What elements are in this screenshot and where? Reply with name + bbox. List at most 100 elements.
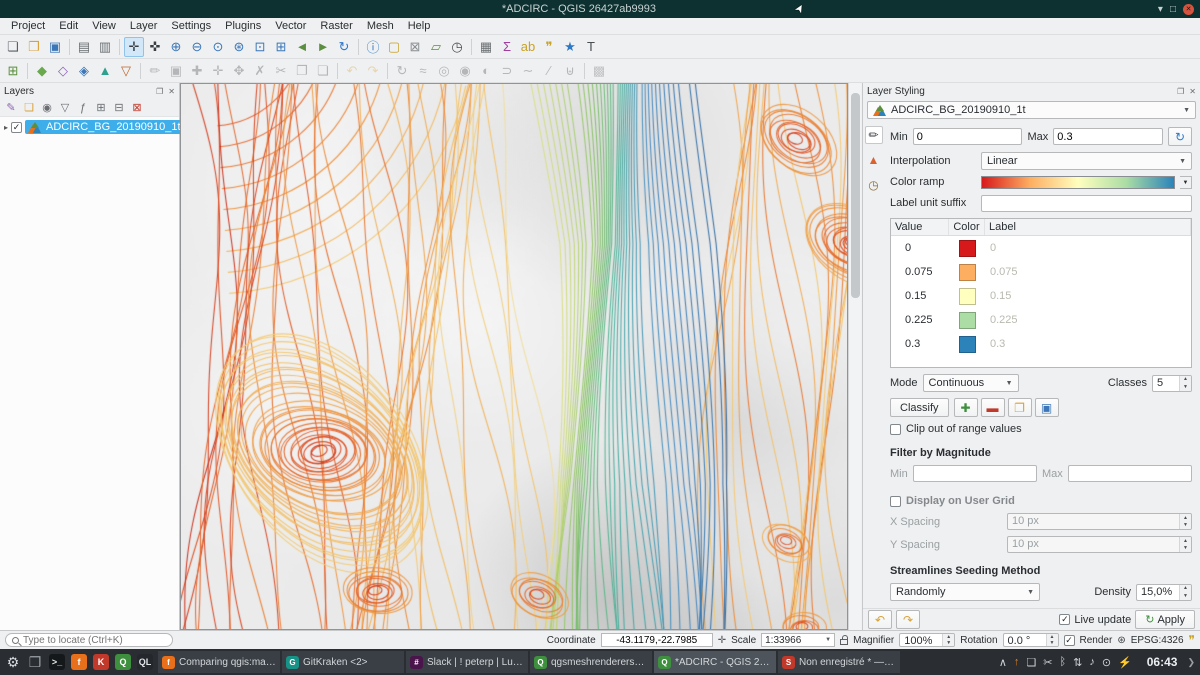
network-icon[interactable]: ⇅ xyxy=(1073,656,1082,669)
color-ramp-menu-icon[interactable]: ▼ xyxy=(1180,176,1192,189)
menu-layer[interactable]: Layer xyxy=(123,19,165,33)
magnifier-spinbox[interactable]: 100% ▲▼ xyxy=(899,633,955,647)
map-refresh-icon[interactable]: ↻ xyxy=(334,37,354,57)
new-virtual-layer-icon[interactable]: ▽ xyxy=(116,61,136,81)
new-mesh-layer-icon[interactable]: ▲ xyxy=(95,61,115,81)
float-panel-icon[interactable]: ❐ xyxy=(1177,87,1184,96)
new-geopackage-layer-icon[interactable]: ◆ xyxy=(32,61,52,81)
bluetooth-icon[interactable]: ᛒ xyxy=(1060,656,1067,668)
value-column-header[interactable]: Value xyxy=(891,219,949,235)
remove-layer-icon[interactable]: ⊠ xyxy=(129,100,145,116)
microphone-icon[interactable]: ⊙ xyxy=(1102,656,1111,669)
zoom-in-icon[interactable]: ⊕ xyxy=(166,37,186,57)
menu-mesh[interactable]: Mesh xyxy=(360,19,401,33)
expand-all-icon[interactable]: ⊞ xyxy=(93,100,109,116)
zoom-full-icon[interactable]: ⊛ xyxy=(229,37,249,57)
show-hidden-icons-icon[interactable]: ∧ xyxy=(999,656,1007,669)
class-color-swatch[interactable] xyxy=(959,336,976,353)
taskbar-task[interactable]: Q*ADCIRC - QGIS 26427... xyxy=(654,651,776,673)
map-canvas[interactable] xyxy=(180,83,848,630)
menu-plugins[interactable]: Plugins xyxy=(218,19,268,33)
float-panel-icon[interactable]: ❐ xyxy=(156,87,163,96)
clipboard-icon[interactable]: ❏ xyxy=(1026,656,1036,669)
attributes-table-icon[interactable]: ▦ xyxy=(476,37,496,57)
firefox-launcher[interactable]: f xyxy=(69,652,89,672)
konsole-launcher[interactable]: >_ xyxy=(47,652,67,672)
close-panel-icon[interactable]: ✕ xyxy=(168,87,175,96)
new-shapefile-layer-icon[interactable]: ◇ xyxy=(53,61,73,81)
scrollbar-thumb[interactable] xyxy=(851,93,860,298)
locate-input[interactable] xyxy=(23,635,166,646)
filter-max-input[interactable] xyxy=(1068,465,1192,482)
layer-visibility-checkbox[interactable] xyxy=(11,122,22,133)
close-panel-icon[interactable]: ✕ xyxy=(1189,87,1196,96)
qgis-ltr-launcher[interactable]: QL xyxy=(135,652,155,672)
zoom-out-icon[interactable]: ⊖ xyxy=(187,37,207,57)
taskbar-task[interactable]: fComparing qgis:mast... xyxy=(158,651,280,673)
crs-icon[interactable]: ⊛ xyxy=(1117,635,1125,646)
density-spinbox[interactable]: 15,0% ▲▼ xyxy=(1136,584,1192,601)
project-new-icon[interactable]: ❏ xyxy=(3,37,23,57)
new-bookmark-icon[interactable]: ★ xyxy=(560,37,580,57)
style-undo-button[interactable]: ↶ xyxy=(868,610,892,629)
seeding-method-select[interactable]: Randomly ▼ xyxy=(890,583,1040,601)
locate-search[interactable] xyxy=(5,633,173,647)
remove-class-button[interactable]: ▬ xyxy=(981,398,1005,417)
rotation-spinbox[interactable]: 0.0 ° ▲▼ xyxy=(1003,633,1059,647)
display-on-user-grid-checkbox[interactable] xyxy=(890,496,901,507)
class-color-swatch[interactable] xyxy=(959,240,976,257)
collapse-all-icon[interactable]: ⊟ xyxy=(111,100,127,116)
taskbar-task[interactable]: #Slack | ! peterp | Lutr... xyxy=(406,651,528,673)
menu-raster[interactable]: Raster xyxy=(313,19,359,33)
labeling-icon[interactable]: ab xyxy=(518,37,538,57)
lock-scale-icon[interactable] xyxy=(840,639,848,645)
interpolation-select[interactable]: Linear ▼ xyxy=(981,152,1192,170)
close-icon[interactable]: ✕ xyxy=(1183,4,1194,15)
pager-launcher[interactable]: ❒ xyxy=(25,652,45,672)
class-row[interactable]: 0.2250.225 xyxy=(891,308,1191,332)
extent-icon[interactable]: ✛ xyxy=(718,635,726,646)
project-open-icon[interactable]: ❐ xyxy=(24,37,44,57)
color-ramp-preview[interactable] xyxy=(981,176,1175,189)
panel-expand-icon[interactable]: ❯ xyxy=(1187,657,1197,668)
messages-icon[interactable]: ❞ xyxy=(1189,633,1195,647)
manage-map-themes-icon[interactable]: ◉ xyxy=(39,100,55,116)
volume-icon[interactable]: ♪ xyxy=(1089,656,1095,668)
filter-legend-icon[interactable]: ▽ xyxy=(57,100,73,116)
data-source-manager-icon[interactable]: ⊞ xyxy=(3,61,23,81)
zoom-to-selection-icon[interactable]: ⊡ xyxy=(250,37,270,57)
expander-icon[interactable]: ▸ xyxy=(4,123,8,132)
menu-settings[interactable]: Settings xyxy=(164,19,218,33)
software-updates-icon[interactable]: ↑ xyxy=(1014,656,1020,668)
class-color-swatch[interactable] xyxy=(959,264,976,281)
map-tips-icon[interactable]: ❞ xyxy=(539,37,559,57)
mesh-rendering-tab-icon[interactable]: ▲ xyxy=(865,151,883,169)
temporal-controller-icon[interactable]: ◷ xyxy=(447,37,467,57)
live-update-checkbox[interactable] xyxy=(1059,614,1070,625)
menu-edit[interactable]: Edit xyxy=(52,19,85,33)
classes-spinbox[interactable]: 5 ▲▼ xyxy=(1152,375,1192,392)
measure-line-icon[interactable]: ▱ xyxy=(426,37,446,57)
color-column-header[interactable]: Color xyxy=(949,219,985,235)
class-color-swatch[interactable] xyxy=(959,288,976,305)
symbology-tab-icon[interactable]: ✏ xyxy=(865,126,883,144)
project-save-icon[interactable]: ▣ xyxy=(45,37,65,57)
add-class-button[interactable]: ✚ xyxy=(954,398,978,417)
min-value-input[interactable] xyxy=(913,128,1023,145)
reload-minmax-button[interactable]: ↻ xyxy=(1168,127,1192,146)
layout-manager-icon[interactable]: ▥ xyxy=(95,37,115,57)
scale-select[interactable]: 1:33966 ▼ xyxy=(761,633,835,647)
classify-button[interactable]: Classify xyxy=(890,398,949,417)
save-classes-button[interactable]: ▣ xyxy=(1035,398,1059,417)
taskbar-task[interactable]: GGitKraken <2> xyxy=(282,651,404,673)
layer-item[interactable]: ▸ ADCIRC_BG_20190910_1t xyxy=(0,117,179,136)
maximize-icon[interactable]: □ xyxy=(1170,4,1176,15)
label-unit-suffix-input[interactable] xyxy=(981,195,1192,212)
filter-by-expression-icon[interactable]: ƒ xyxy=(75,100,91,116)
application-menu-launcher[interactable]: ⚙ xyxy=(3,652,23,672)
class-row[interactable]: 0.150.15 xyxy=(891,284,1191,308)
render-checkbox[interactable] xyxy=(1064,635,1075,646)
label-column-header[interactable]: Label xyxy=(985,219,1191,235)
zoom-native-icon[interactable]: ⊙ xyxy=(208,37,228,57)
minimize-icon[interactable]: ▾ xyxy=(1158,4,1163,15)
